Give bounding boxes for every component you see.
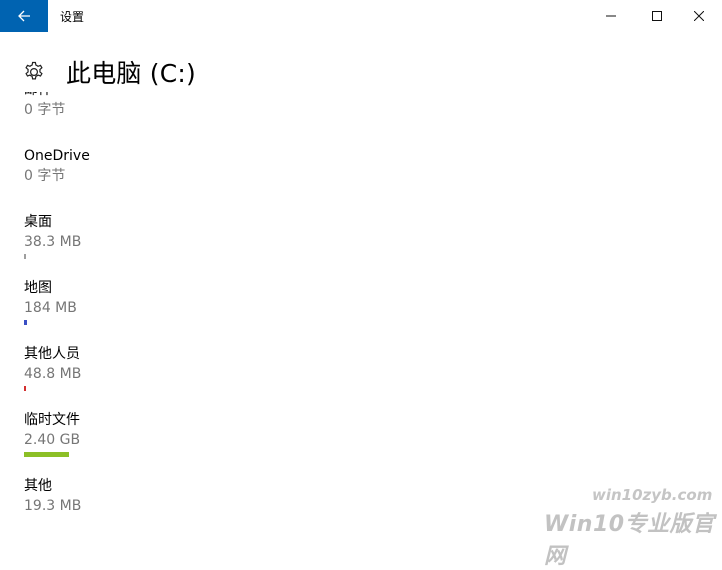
item-size: 0 字节 bbox=[24, 168, 66, 184]
item-name: 其他 bbox=[24, 478, 52, 494]
title-bar: 设置 bbox=[0, 0, 722, 32]
item-size: 38.3 MB bbox=[24, 234, 82, 250]
storage-item-onedrive[interactable]: OneDrive 0 字节 bbox=[24, 146, 90, 212]
item-name: 临时文件 bbox=[24, 412, 80, 428]
minimize-button[interactable] bbox=[588, 0, 634, 32]
item-name: 邮件 bbox=[24, 92, 90, 100]
storage-item-temp-files[interactable]: 临时文件 2.40 GB bbox=[24, 410, 90, 476]
storage-list-viewport[interactable]: 邮件 0 字节 OneDrive 0 字节 桌面 38.3 MB 地图 184 … bbox=[0, 92, 722, 536]
maximize-icon bbox=[652, 11, 662, 21]
page-header: 此电脑 (C:) bbox=[22, 52, 196, 92]
item-size: 0 字节 bbox=[24, 102, 66, 118]
usage-bar bbox=[24, 320, 324, 325]
usage-bar-fill bbox=[24, 254, 26, 259]
usage-bar-fill bbox=[24, 386, 26, 391]
storage-item-other-people[interactable]: 其他人员 48.8 MB bbox=[24, 344, 90, 410]
close-button[interactable] bbox=[676, 0, 722, 32]
arrow-left-icon bbox=[18, 10, 30, 22]
usage-bar bbox=[24, 386, 324, 391]
page-title: 此电脑 (C:) bbox=[66, 59, 196, 88]
storage-item-desktop[interactable]: 桌面 38.3 MB bbox=[24, 212, 90, 278]
close-icon bbox=[694, 11, 704, 21]
minimize-icon bbox=[606, 15, 616, 17]
item-size: 19.3 MB bbox=[24, 498, 82, 514]
item-size: 184 MB bbox=[24, 300, 77, 316]
item-name: OneDrive bbox=[24, 148, 90, 164]
usage-bar bbox=[24, 254, 324, 259]
item-size: 48.8 MB bbox=[24, 366, 82, 382]
maximize-button[interactable] bbox=[634, 0, 680, 32]
item-size: 2.40 GB bbox=[24, 432, 81, 448]
item-name: 地图 bbox=[24, 280, 52, 296]
watermark-brand: Win10专业版官网 bbox=[544, 512, 715, 569]
storage-item-maps[interactable]: 地图 184 MB bbox=[24, 278, 90, 344]
storage-item-mail[interactable]: 邮件 0 字节 bbox=[24, 92, 90, 146]
item-name: 其他人员 bbox=[24, 346, 80, 362]
app-title: 设置 bbox=[60, 10, 85, 24]
item-name: 桌面 bbox=[24, 214, 52, 230]
usage-bar-fill bbox=[24, 320, 27, 325]
watermark-url: win10zyb.com bbox=[592, 486, 713, 504]
back-button[interactable] bbox=[0, 0, 48, 32]
usage-bar bbox=[24, 452, 324, 457]
usage-bar-fill bbox=[24, 452, 69, 457]
storage-list: 邮件 0 字节 OneDrive 0 字节 桌面 38.3 MB 地图 184 … bbox=[24, 92, 90, 536]
gear-icon bbox=[25, 61, 43, 80]
storage-item-other[interactable]: 其他 19.3 MB bbox=[24, 476, 90, 536]
